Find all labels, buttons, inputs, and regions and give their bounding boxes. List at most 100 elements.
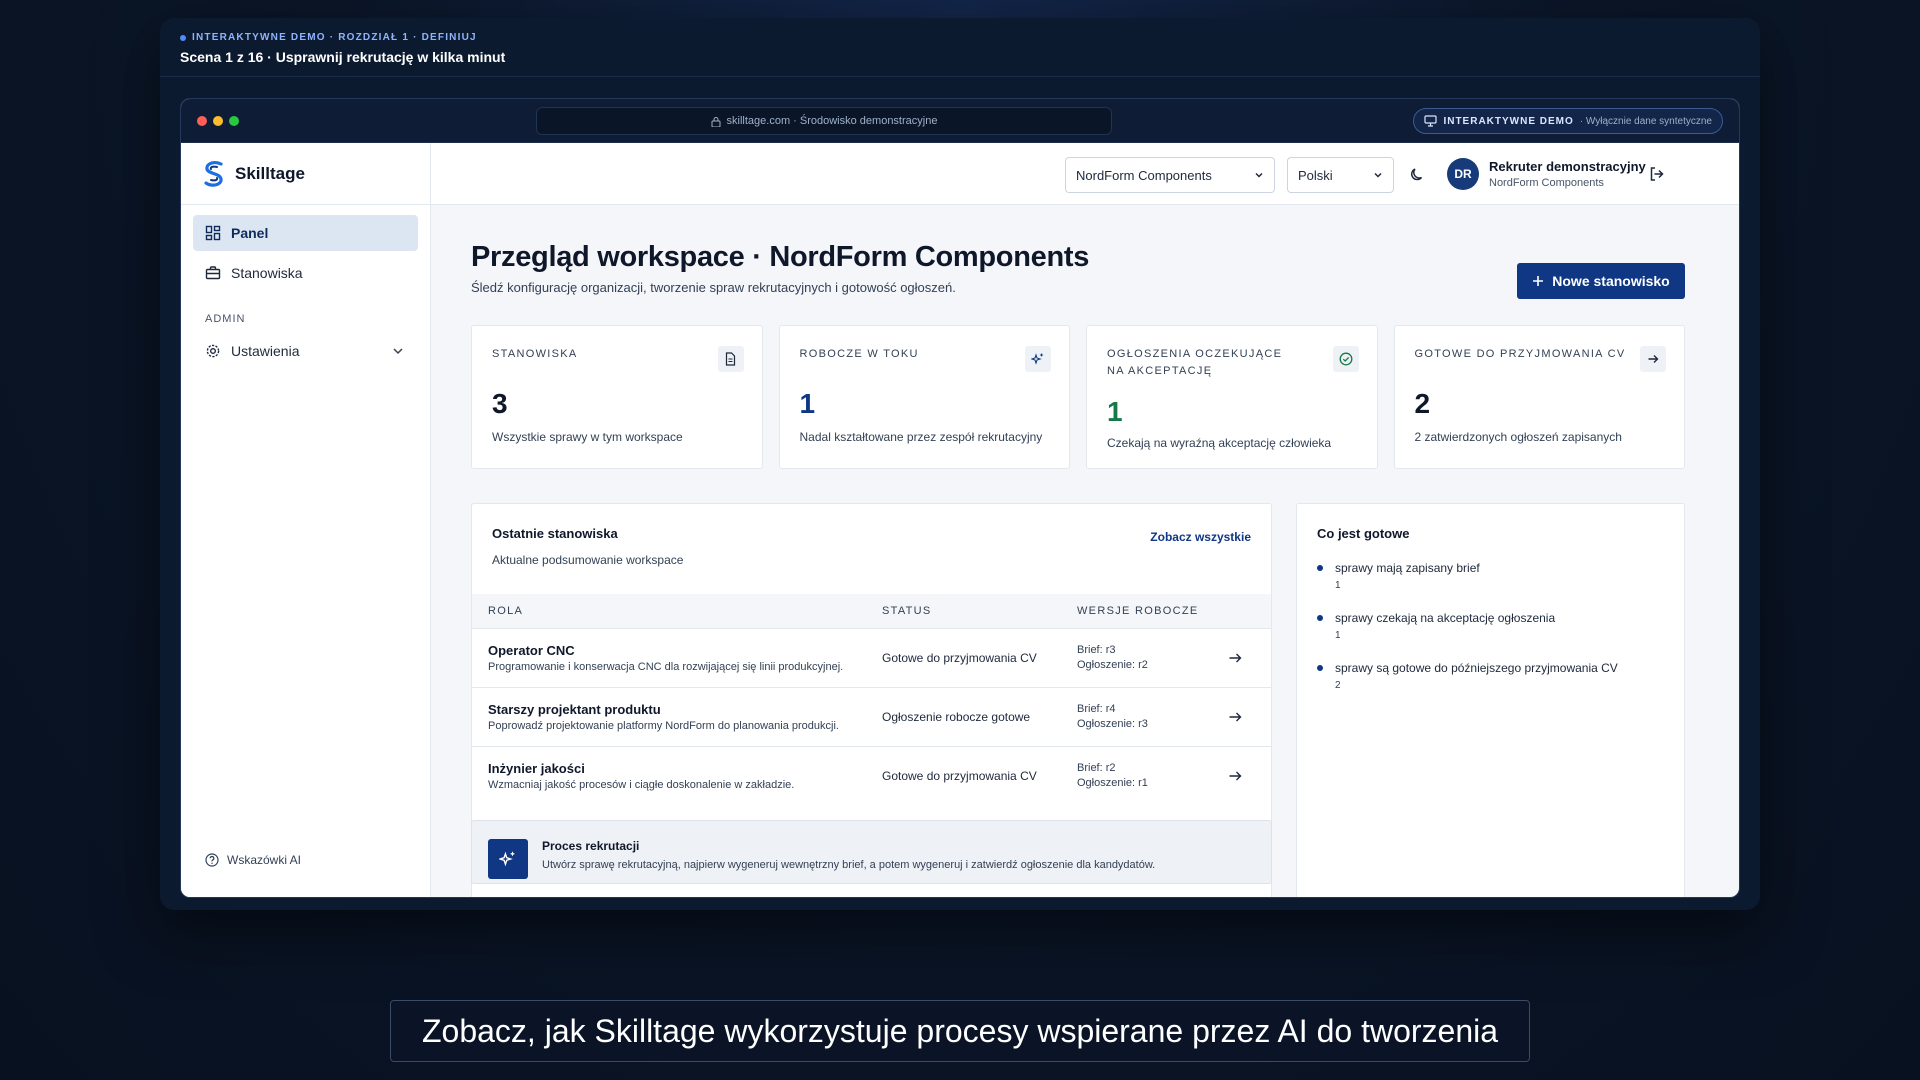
stat-label: STANOWISKA xyxy=(492,348,578,360)
stat-value: 3 xyxy=(492,388,508,419)
stat-card-pending-approval: OGŁOSZENIA OCZEKUJĄCE NA AKCEPTACJĘ 1 Cz… xyxy=(1086,325,1378,469)
table-header: ROLA STATUS WERSJE ROBOCZE xyxy=(472,594,1271,628)
card-title: Ostatnie stanowiska xyxy=(492,526,618,541)
role-status: Gotowe do przyjmowania CV xyxy=(882,769,1037,783)
moon-icon[interactable] xyxy=(1407,163,1429,185)
table-row[interactable]: Starszy projektant produktu Poprowadź pro… xyxy=(472,687,1271,746)
stat-label: OGŁOSZENIA OCZEKUJĄCE NA AKCEPTACJĘ xyxy=(1107,348,1283,377)
sidebar-nav: Panel Stanowiska ADMIN Ustawienia xyxy=(181,205,430,383)
demo-badge-note: · Wyłącznie dane syntetyczne xyxy=(1579,115,1712,127)
list-item: sprawy mają zapisany brief 1 xyxy=(1317,561,1664,591)
minimize-window-icon[interactable] xyxy=(213,116,223,126)
new-position-button[interactable]: Nowe stanowisko xyxy=(1517,263,1685,299)
sidebar: Skilltage Panel Stanowiska ADMIN Ustawie… xyxy=(181,143,431,897)
brief-version: Brief: r3 xyxy=(1077,644,1116,656)
close-window-icon[interactable] xyxy=(197,116,207,126)
gear-icon xyxy=(206,344,220,358)
chevron-down-icon xyxy=(393,348,403,355)
stat-card-drafts: ROBOCZE W TOKU 1 Nadal kształtowane prze… xyxy=(778,325,1070,469)
arrow-right-icon[interactable] xyxy=(1227,650,1243,666)
arrow-right-icon xyxy=(1640,346,1666,372)
stat-description: Wszystkie sprawy w tym workspace xyxy=(492,430,683,444)
role-status: Ogłoszenie robocze gotowe xyxy=(882,710,1031,724)
company-select[interactable]: NordForm Components xyxy=(1065,157,1275,193)
role-description: Programowanie i konserwacja CNC dla rozw… xyxy=(488,661,844,673)
see-all-link[interactable]: Zobacz wszystkie xyxy=(1150,530,1251,544)
stats-row: STANOWISKA 3 Wszystkie sprawy w tym work… xyxy=(471,325,1685,469)
ready-item-count: 1 xyxy=(1335,630,1341,641)
new-position-label: Nowe stanowisko xyxy=(1552,273,1670,289)
sparkles-icon xyxy=(1025,346,1051,372)
role-description: Wzmacniaj jakość procesów i ciągłe dosko… xyxy=(488,779,795,791)
check-circle-icon xyxy=(1332,346,1359,372)
sidebar-item-stanowiska[interactable]: Stanowiska xyxy=(193,255,418,291)
stat-card-positions: STANOWISKA 3 Wszystkie sprawy w tym work… xyxy=(471,325,763,469)
stat-description: Czekają na wyraźną akceptację człowieka xyxy=(1107,436,1332,450)
recruitment-process-banner: Proces rekrutacji Utwórz sprawę rekrutac… xyxy=(471,820,1272,884)
language-select[interactable]: Polski xyxy=(1287,157,1394,193)
ai-tips-link[interactable]: Wskazówki AI xyxy=(205,853,301,867)
sidebar-item-settings[interactable]: Ustawienia xyxy=(193,333,418,369)
sparkles-icon xyxy=(488,839,528,879)
arrow-right-icon[interactable] xyxy=(1227,709,1243,725)
logout-icon[interactable] xyxy=(1647,164,1667,184)
table-row[interactable]: Inżynier jakości Wzmacniaj jakość procesó… xyxy=(472,746,1271,805)
chapter-label: INTERAKTYWNE DEMO · ROZDZIAŁ 1 · DEFINIU… xyxy=(192,32,477,43)
address-bar[interactable]: skilltage.com · Środowisko demonstracyjn… xyxy=(536,107,1112,135)
stat-value: 1 xyxy=(1107,396,1123,427)
user-organization: NordForm Components xyxy=(1489,177,1604,189)
browser-toolbar: skilltage.com · Środowisko demonstracyjn… xyxy=(181,99,1739,143)
ready-item-count: 1 xyxy=(1335,580,1341,591)
avatar[interactable]: DR xyxy=(1447,158,1479,190)
chevron-down-icon xyxy=(1255,172,1263,178)
monitor-icon xyxy=(1424,115,1438,127)
browser-window: skilltage.com · Środowisko demonstracyjn… xyxy=(180,98,1740,898)
table-row[interactable]: Operator CNC Programowanie i konserwacja … xyxy=(472,628,1271,687)
brief-version: Brief: r2 xyxy=(1077,762,1116,774)
ad-version: Ogłoszenie: r2 xyxy=(1077,659,1148,671)
status-dot-icon xyxy=(180,34,186,41)
window-controls xyxy=(197,116,239,126)
column-header-status: STATUS xyxy=(882,605,932,617)
maximize-window-icon[interactable] xyxy=(229,116,239,126)
demo-badge-label: INTERAKTYWNE DEMO xyxy=(1443,115,1574,127)
list-item: sprawy są gotowe do późniejszego przyjmo… xyxy=(1317,661,1664,691)
bullet-icon xyxy=(1317,615,1323,621)
role-description: Poprowadź projektowanie platformy NordFo… xyxy=(488,720,839,732)
ai-tips-label: Wskazówki AI xyxy=(227,853,302,867)
sidebar-item-panel[interactable]: Panel xyxy=(193,215,418,251)
list-item: sprawy czekają na akceptację ogłoszenia … xyxy=(1317,611,1664,641)
process-description: Utwórz sprawę rekrutacyjną, najpierw wyg… xyxy=(542,859,1156,871)
ready-item-count: 2 xyxy=(1335,680,1341,691)
language-select-value: Polski xyxy=(1298,167,1333,183)
lock-icon xyxy=(711,116,721,127)
arrow-right-icon[interactable] xyxy=(1227,768,1243,784)
top-bar: NordForm Components Polski DR Rekruter d… xyxy=(431,143,1739,205)
page-content: Przegląd workspace · NordForm Components… xyxy=(471,205,1685,897)
stat-card-ready-for-cv: GOTOWE DO PRZYJMOWANIA CV 2 2 zatwierdzo… xyxy=(1393,325,1685,469)
ready-item-text: sprawy mają zapisany brief xyxy=(1335,561,1480,575)
bullet-icon xyxy=(1317,665,1323,671)
sidebar-item-label: Panel xyxy=(231,225,269,241)
sidebar-item-label: Ustawienia xyxy=(231,343,300,359)
stat-description: Nadal kształtowane przez zespół rekrutac… xyxy=(799,430,1043,444)
ad-version: Ogłoszenie: r1 xyxy=(1077,777,1148,789)
page-title: Przegląd workspace · NordForm Components xyxy=(471,241,1090,273)
user-name: Rekruter demonstracyjny xyxy=(1489,159,1646,174)
stat-description: 2 zatwierdzonych ogłoszeń zapisanych xyxy=(1414,430,1622,444)
stat-label: GOTOWE DO PRZYJMOWANIA CV xyxy=(1414,348,1626,360)
ready-item-text: sprawy czekają na akceptację ogłoszenia xyxy=(1335,611,1556,625)
stat-value: 1 xyxy=(799,388,816,419)
stat-value: 2 xyxy=(1414,388,1431,419)
chapter-eyebrow: INTERAKTYWNE DEMO · ROZDZIAŁ 1 · DEFINIU… xyxy=(180,32,505,43)
logo[interactable]: Skilltage xyxy=(181,143,430,205)
logo-text: Skilltage xyxy=(235,163,305,183)
ready-item-text: sprawy są gotowe do późniejszego przyjmo… xyxy=(1335,661,1618,675)
document-icon xyxy=(717,346,744,372)
card-title: Co jest gotowe xyxy=(1317,526,1410,541)
process-title: Proces rekrutacji xyxy=(542,839,640,853)
briefcase-icon xyxy=(205,266,221,280)
column-header-drafts: WERSJE ROBOCZE xyxy=(1077,605,1199,617)
divider xyxy=(160,76,1760,77)
role-name: Operator CNC xyxy=(488,643,575,658)
